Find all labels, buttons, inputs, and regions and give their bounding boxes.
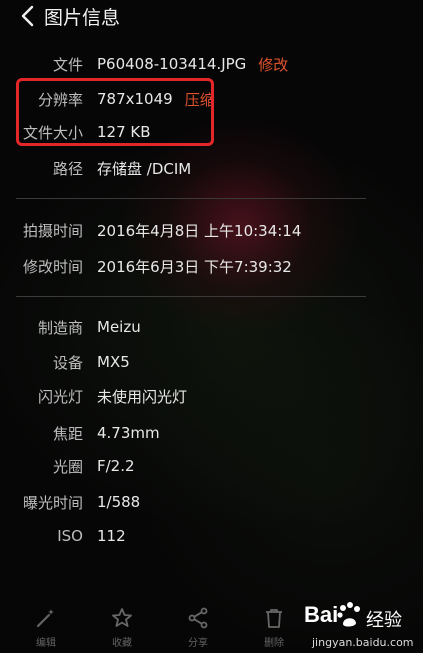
info-value: Meizu [97, 318, 141, 336]
info-row-flash: 闪光灯 未使用闪光灯 [0, 383, 423, 409]
info-label: 文件 [52, 55, 83, 74]
tool-label: 删除 [264, 638, 284, 649]
info-row-focal-length: 焦距 4.73mm [0, 420, 423, 446]
info-value: 存储盘 /DCIM [97, 159, 192, 178]
info-value: F/2.2 [97, 457, 135, 475]
info-label: 曝光时间 [22, 493, 83, 512]
info-row-device: 设备 MX5 [0, 349, 423, 375]
share-button[interactable]: 分享 [160, 598, 236, 653]
info-label: 制造商 [37, 318, 83, 337]
info-label: 设备 [52, 353, 83, 372]
back-arrow-icon[interactable] [14, 3, 40, 29]
info-row-aperture: 光圈 F/2.2 [0, 453, 423, 479]
edit-button[interactable]: 编辑 [8, 598, 84, 653]
info-value: MX5 [97, 353, 130, 371]
info-value: P60408-103414.JPG [97, 55, 247, 73]
magic-wand-icon [37, 609, 54, 627]
watermark-url: jingyan.baidu.com [312, 636, 414, 649]
info-value: 2016年4月8日 上午10:34:14 [97, 221, 302, 240]
info-label: 光圈 [52, 457, 83, 476]
watermark-suffix: 经验 [366, 610, 402, 631]
tool-label: 收藏 [112, 638, 132, 649]
info-row-manufacturer: 制造商 Meizu [0, 314, 423, 340]
info-value: 112 [97, 527, 126, 545]
rename-button[interactable]: 修改 [258, 54, 288, 75]
info-label: 路径 [52, 159, 83, 178]
info-value: 4.73mm [97, 424, 160, 442]
info-row-file: 文件 P60408-103414.JPG 修改 [0, 51, 423, 77]
page-title: 图片信息 [44, 6, 121, 29]
divider [16, 198, 366, 199]
info-value: 未使用闪光灯 [97, 387, 188, 406]
info-label: 拍摄时间 [22, 221, 83, 240]
info-label: ISO [57, 527, 83, 545]
header: 图片信息 [0, 0, 423, 32]
tool-label: 分享 [188, 638, 208, 649]
baidu-jingyan-watermark: Bai 经验 jingyan.baidu.com [300, 598, 423, 653]
info-label: 焦距 [52, 424, 83, 443]
info-row-modified-time: 修改时间 2016年6月3日 下午7:39:32 [0, 253, 423, 279]
info-row-iso: ISO 112 [0, 523, 423, 549]
share-icon [188, 607, 208, 629]
divider [16, 296, 366, 297]
paw-icon [337, 602, 360, 627]
info-label: 修改时间 [22, 257, 83, 276]
info-row-exposure-time: 曝光时间 1/588 [0, 489, 423, 515]
highlight-box [16, 78, 214, 146]
info-label: 闪光灯 [37, 387, 83, 406]
info-value: 2016年6月3日 下午7:39:32 [97, 257, 292, 276]
info-value: 1/588 [97, 493, 141, 511]
info-row-path: 路径 存储盘 /DCIM [0, 155, 423, 181]
favorite-button[interactable]: 收藏 [84, 598, 160, 653]
star-icon [112, 608, 132, 627]
tool-label: 编辑 [36, 638, 56, 649]
trash-icon [266, 609, 282, 628]
info-row-capture-time: 拍摄时间 2016年4月8日 上午10:34:14 [0, 217, 423, 243]
